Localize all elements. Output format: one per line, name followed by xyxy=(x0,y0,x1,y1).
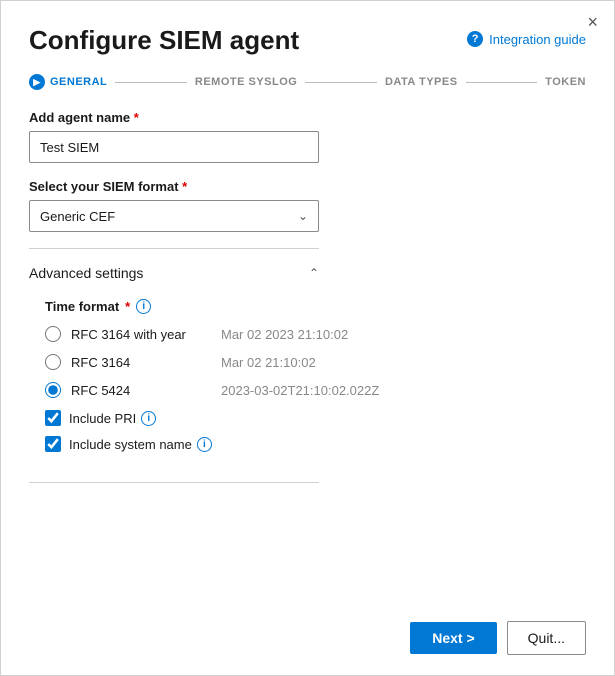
dialog-content: Add agent name * Select your SIEM format… xyxy=(1,90,614,605)
include-system-name-label: Include system name i xyxy=(69,437,212,452)
siem-format-value: Generic CEF xyxy=(40,209,115,224)
radio-rfc3164-preview: Mar 02 21:10:02 xyxy=(221,355,316,370)
step-remote-syslog-label: REMOTE SYSLOG xyxy=(195,76,297,88)
advanced-settings-label: Advanced settings xyxy=(29,265,143,281)
step-token-label: TOKEN xyxy=(545,76,586,88)
radio-rfc3164-input[interactable] xyxy=(45,354,61,370)
divider-1 xyxy=(29,248,319,249)
include-system-name-info-icon[interactable]: i xyxy=(197,437,212,452)
wizard-steps: ▶ GENERAL REMOTE SYSLOG DATA TYPES TOKEN xyxy=(29,74,586,90)
advanced-settings-toggle[interactable]: Advanced settings ⌃ xyxy=(29,259,319,287)
radio-rfc3164year: RFC 3164 with year Mar 02 2023 21:10:02 xyxy=(45,326,570,342)
step-line-3 xyxy=(466,82,538,83)
checkbox-include-pri: Include PRI i xyxy=(45,410,570,426)
radio-rfc5424: RFC 5424 2023-03-02T21:10:02.022Z xyxy=(45,382,570,398)
chevron-down-icon: ⌄ xyxy=(298,209,308,223)
step-line-2 xyxy=(305,82,377,83)
agent-name-input[interactable] xyxy=(29,131,319,163)
radio-rfc3164year-label: RFC 3164 with year xyxy=(71,327,211,342)
include-system-name-checkbox[interactable] xyxy=(45,436,61,452)
radio-rfc3164-label: RFC 3164 xyxy=(71,355,211,370)
integration-guide-link[interactable]: ? Integration guide xyxy=(467,31,586,47)
integration-guide-label: Integration guide xyxy=(489,32,586,47)
required-marker3: * xyxy=(125,299,130,314)
chevron-up-icon: ⌃ xyxy=(309,266,319,280)
advanced-settings-section: Advanced settings ⌃ Time format * i RFC … xyxy=(29,259,586,474)
close-button[interactable]: × xyxy=(587,13,598,31)
siem-format-select[interactable]: Generic CEF ⌄ xyxy=(29,200,319,232)
radio-rfc5424-label: RFC 5424 xyxy=(71,383,211,398)
configure-siem-dialog: × Configure SIEM agent ? Integration gui… xyxy=(0,0,615,676)
help-icon: ? xyxy=(467,31,483,47)
required-marker: * xyxy=(134,110,139,125)
required-marker2: * xyxy=(182,179,187,194)
step-remote-syslog: REMOTE SYSLOG xyxy=(195,76,297,88)
include-pri-label: Include PRI i xyxy=(69,411,156,426)
agent-name-group: Add agent name * xyxy=(29,110,586,163)
time-format-info-icon[interactable]: i xyxy=(136,299,151,314)
siem-format-group: Select your SIEM format * Generic CEF ⌄ xyxy=(29,179,586,232)
step-general: ▶ GENERAL xyxy=(29,74,107,90)
step-data-types-label: DATA TYPES xyxy=(385,76,458,88)
next-button[interactable]: Next > xyxy=(410,622,496,654)
step-token: TOKEN xyxy=(545,76,586,88)
radio-rfc5424-preview: 2023-03-02T21:10:02.022Z xyxy=(221,383,379,398)
step-line-1 xyxy=(115,82,187,83)
dialog-title: Configure SIEM agent xyxy=(29,25,299,56)
radio-rfc5424-input[interactable] xyxy=(45,382,61,398)
checkbox-include-system-name: Include system name i xyxy=(45,436,570,452)
step-general-label: GENERAL xyxy=(50,76,107,88)
dialog-header: Configure SIEM agent ? Integration guide… xyxy=(1,1,614,90)
radio-rfc3164year-input[interactable] xyxy=(45,326,61,342)
radio-rfc3164year-preview: Mar 02 2023 21:10:02 xyxy=(221,327,348,342)
time-format-label: Time format * i xyxy=(45,299,570,314)
siem-format-label: Select your SIEM format * xyxy=(29,179,586,194)
include-pri-info-icon[interactable]: i xyxy=(141,411,156,426)
dialog-footer: Next > Quit... xyxy=(1,605,614,675)
radio-rfc3164: RFC 3164 Mar 02 21:10:02 xyxy=(45,354,570,370)
agent-name-label: Add agent name * xyxy=(29,110,586,125)
include-pri-checkbox[interactable] xyxy=(45,410,61,426)
quit-button[interactable]: Quit... xyxy=(507,621,586,655)
step-general-icon: ▶ xyxy=(29,74,45,90)
step-data-types: DATA TYPES xyxy=(385,76,458,88)
advanced-content: Time format * i RFC 3164 with year Mar 0… xyxy=(29,287,586,474)
divider-2 xyxy=(29,482,319,483)
